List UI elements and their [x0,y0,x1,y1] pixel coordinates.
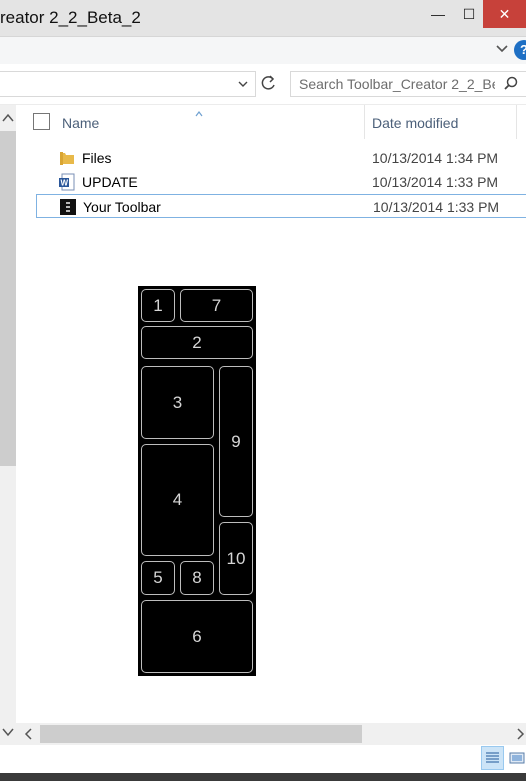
expand-ribbon-button[interactable] [494,40,510,58]
toolbar-preview-image: 1 7 2 3 9 4 10 5 8 6 [138,286,256,676]
tile-9: 9 [219,366,253,517]
tile-3: 3 [141,366,214,439]
file-name: Files [82,150,112,166]
svg-text:W: W [61,179,69,188]
scrollbar-thumb[interactable] [0,131,16,466]
large-icons-view-icon [509,752,525,764]
tile-6: 6 [141,600,253,673]
file-date: 10/13/2014 1:34 PM [372,150,499,166]
address-history-button[interactable] [235,75,251,93]
status-bar [0,745,526,773]
scroll-left-button[interactable] [22,727,36,741]
file-date: 10/13/2014 1:33 PM [372,174,499,190]
file-name: Your Toolbar [83,199,161,215]
toolbar-app-icon [59,198,77,216]
tile-4: 4 [141,444,214,556]
window-bottom-edge [0,773,526,781]
select-all-checkbox[interactable] [33,113,50,130]
column-header-row: Name Date modified [16,105,526,139]
file-date: 10/13/2014 1:33 PM [373,199,500,215]
close-button[interactable]: ✕ [483,0,526,28]
file-row-update[interactable]: W UPDATE 10/13/2014 1:33 PM [36,170,526,194]
title-bar: reator 2_2_Beta_2 — ☐ ✕ [0,0,526,37]
tile-7: 7 [180,289,253,322]
scrollbar-thumb[interactable] [40,725,362,743]
tile-1: 1 [141,289,175,322]
close-icon: ✕ [498,5,511,22]
details-view-button[interactable] [481,746,504,770]
tile-5: 5 [141,561,175,595]
large-icons-view-button[interactable] [508,748,526,768]
refresh-button[interactable] [258,71,280,95]
navigation-bar: Search Toolbar_Creator 2_2_Be... [0,64,526,105]
details-view-icon [486,752,499,763]
word-document-icon: W [58,173,76,191]
chevron-up-icon [2,113,14,122]
scroll-right-button[interactable] [514,727,526,741]
column-header-name[interactable]: Name [62,115,99,131]
maximize-button[interactable]: ☐ [455,0,483,28]
search-input[interactable]: Search Toolbar_Creator 2_2_Be... [299,76,495,92]
column-divider[interactable] [364,105,365,139]
help-icon[interactable]: ? [514,40,526,60]
navigation-pane-scrollbar[interactable] [0,105,16,745]
column-header-date-modified[interactable]: Date modified [372,115,458,131]
search-icon[interactable] [503,75,519,93]
refresh-icon [261,75,275,90]
ribbon-bar: ? [0,37,526,64]
minimize-button[interactable]: — [424,0,452,28]
horizontal-scrollbar[interactable] [16,723,526,745]
scroll-up-button[interactable] [0,111,16,125]
address-bar[interactable] [0,71,256,97]
tile-10: 10 [219,522,253,595]
chevron-down-icon [496,45,508,53]
search-box[interactable]: Search Toolbar_Creator 2_2_Be... [290,71,526,97]
chevron-left-icon [24,728,32,740]
minimize-icon: — [431,6,445,22]
window-title: reator 2_2_Beta_2 [0,8,141,27]
sort-indicator-icon [194,105,204,117]
chevron-down-icon [238,81,248,87]
chevron-right-icon [517,728,525,740]
folder-icon [58,149,76,167]
file-name: UPDATE [82,174,138,190]
chevron-down-icon [2,728,14,737]
file-row-your-toolbar[interactable]: Your Toolbar 10/13/2014 1:33 PM [36,194,526,218]
scroll-down-button[interactable] [0,725,16,739]
column-divider[interactable] [516,105,517,139]
tile-8: 8 [180,561,214,595]
tile-2: 2 [141,326,253,359]
maximize-icon: ☐ [462,5,476,22]
file-row-files[interactable]: Files 10/13/2014 1:34 PM [36,146,526,170]
